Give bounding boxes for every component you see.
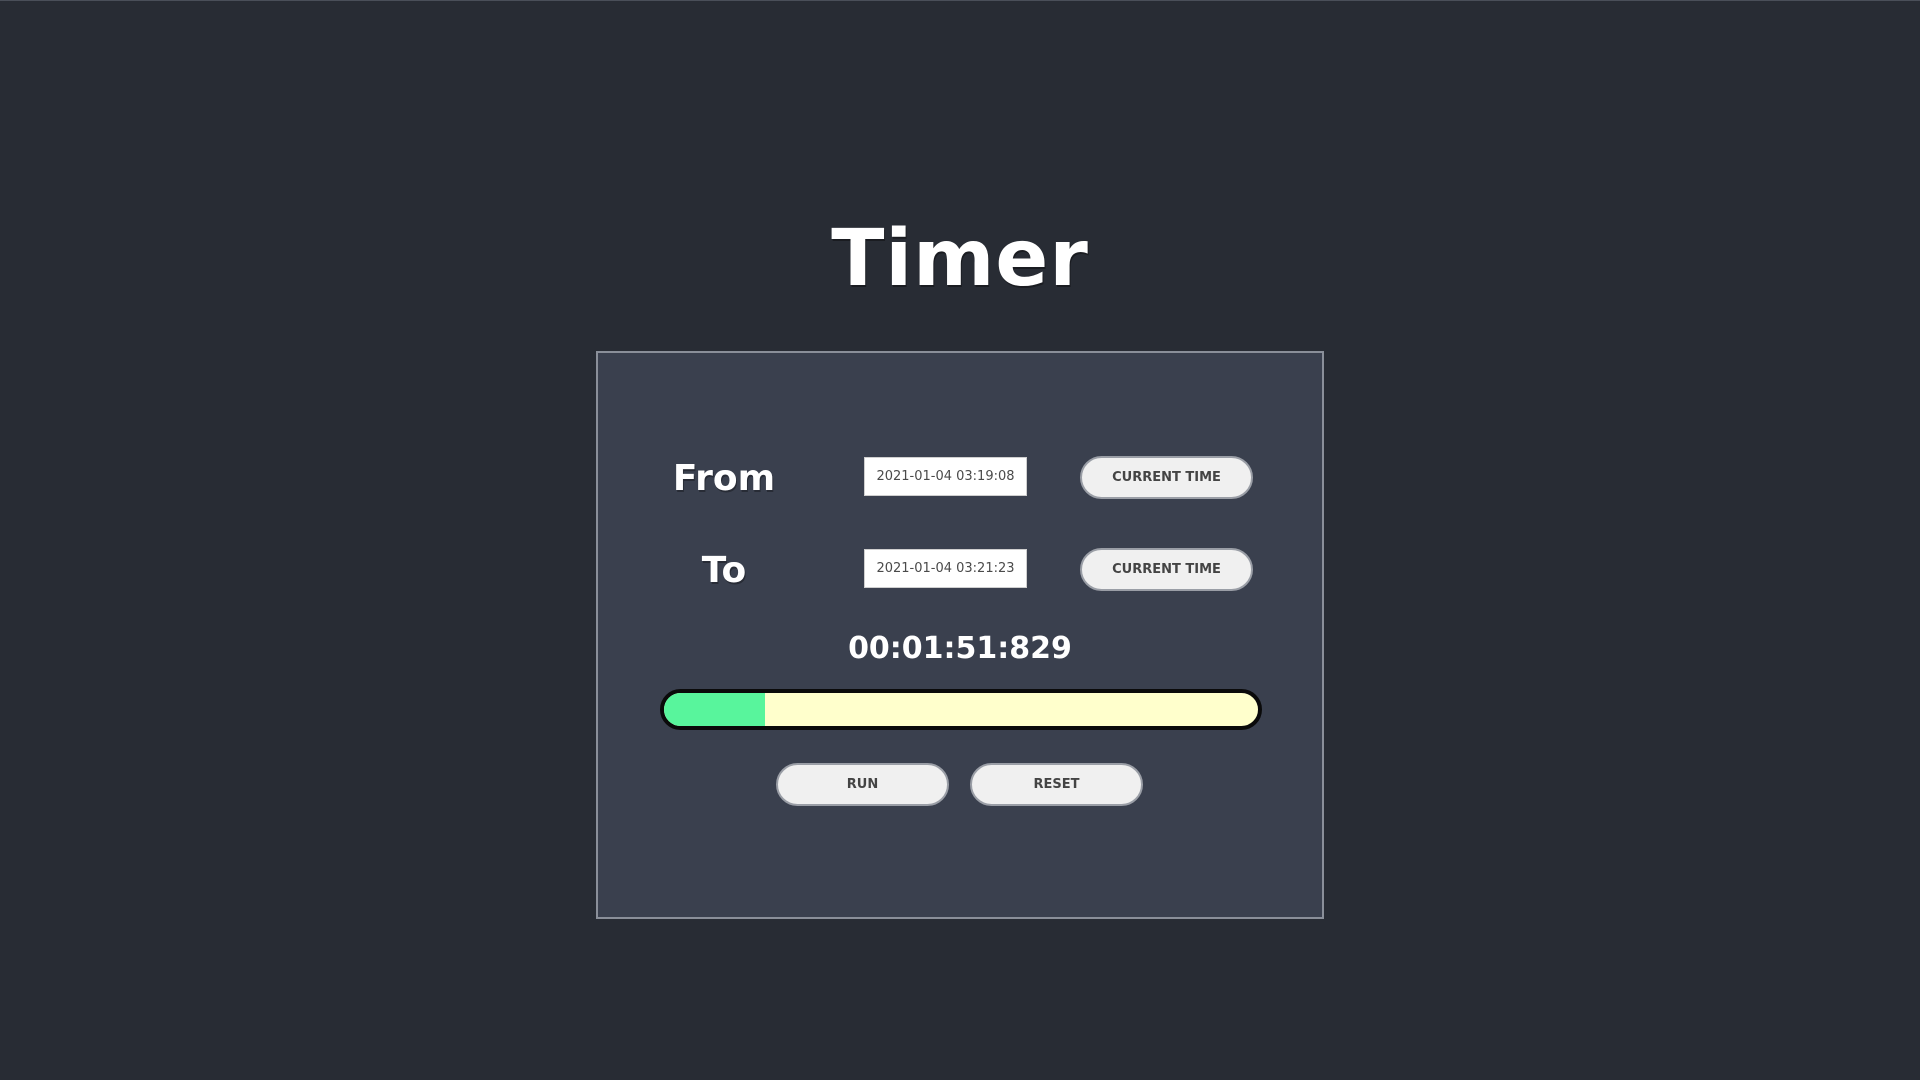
timer-panel: From CURRENT TIME To CURRENT TIME 00:01:…	[596, 351, 1324, 919]
from-label: From	[672, 458, 776, 499]
from-current-time-button[interactable]: CURRENT TIME	[1080, 456, 1253, 499]
progress-bar	[660, 689, 1262, 730]
run-button[interactable]: RUN	[776, 763, 949, 806]
page-title: Timer	[831, 214, 1089, 304]
to-label: To	[701, 550, 747, 591]
reset-button[interactable]: RESET	[970, 763, 1143, 806]
to-current-time-button[interactable]: CURRENT TIME	[1080, 548, 1253, 591]
elapsed-time-display: 00:01:51:829	[848, 631, 1072, 666]
timer-app: Timer From CURRENT TIME To CURRENT TIME …	[0, 0, 1920, 1080]
to-datetime-input[interactable]	[864, 549, 1027, 588]
from-datetime-input[interactable]	[864, 457, 1027, 496]
progress-bar-fill	[664, 693, 765, 726]
